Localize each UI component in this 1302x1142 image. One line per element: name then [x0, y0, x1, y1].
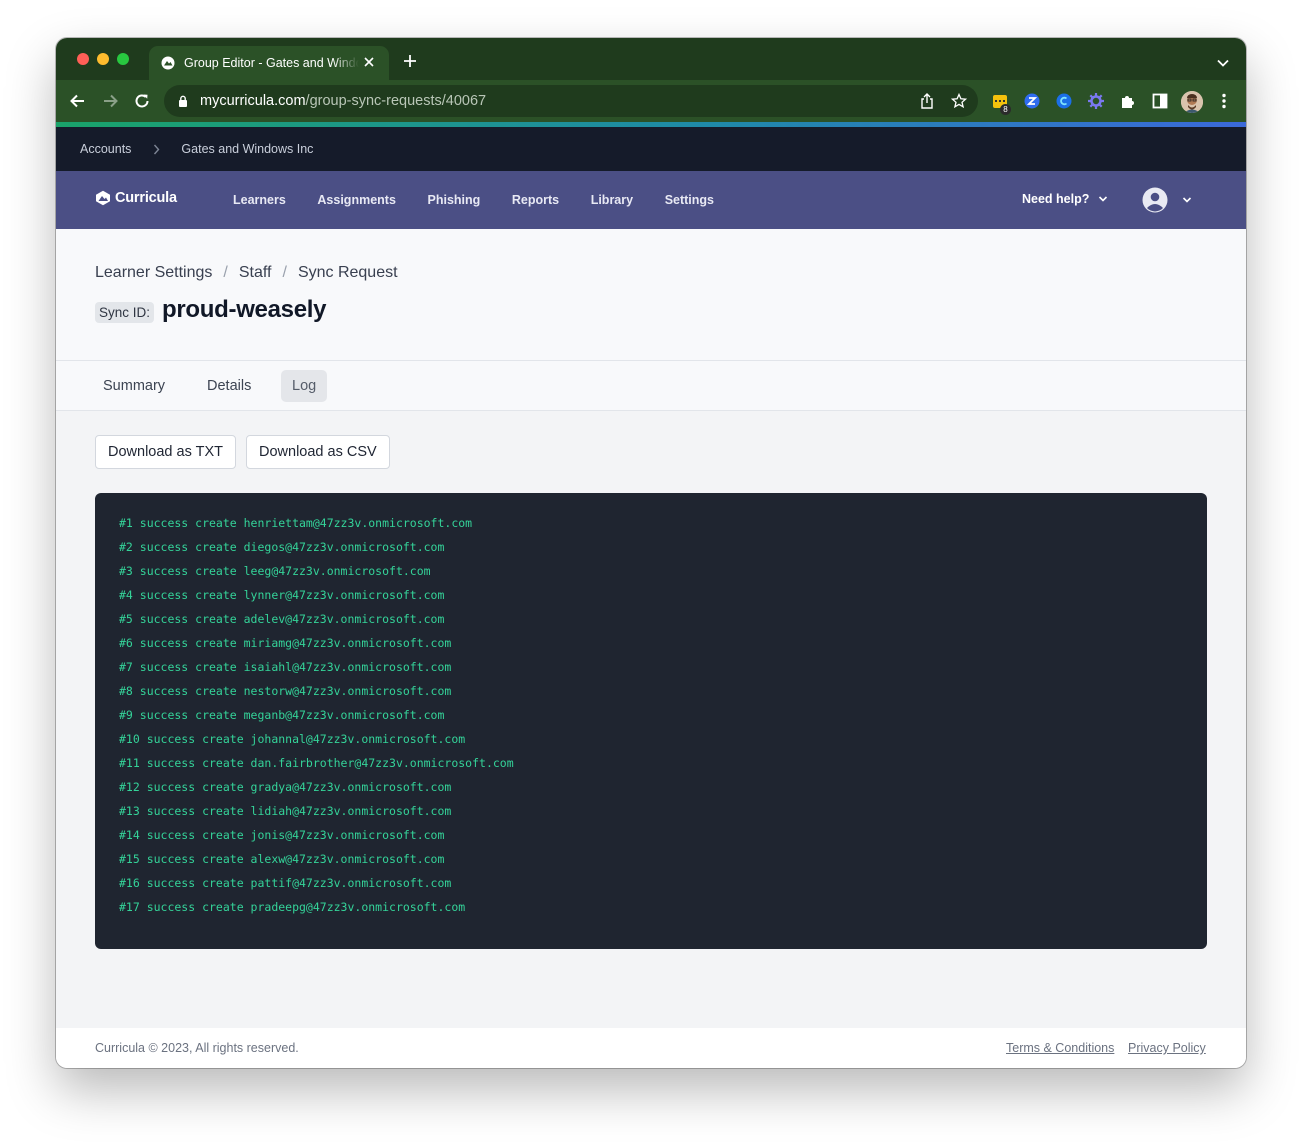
nav-settings[interactable]: Settings [665, 193, 714, 207]
curricula-logo[interactable]: Curricula [95, 190, 177, 206]
browser-tab-strip: Group Editor - Gates and Windows Inc [56, 38, 1246, 80]
extension-calendar-icon[interactable]: 8 [990, 91, 1011, 115]
log-line: #3 success create leeg@47zz3v.onmicrosof… [119, 564, 431, 578]
url-host: mycurricula.com [200, 93, 306, 109]
address-bar[interactable]: mycurricula.com/group-sync-requests/4006… [164, 85, 978, 117]
minimize-window-button[interactable] [97, 53, 109, 65]
share-icon[interactable] [918, 92, 936, 110]
curricula-favicon-icon [161, 56, 175, 70]
download-csv-button[interactable]: Download as CSV [246, 435, 390, 469]
log-line: #9 success create meganb@47zz3v.onmicros… [119, 708, 445, 722]
logo-text: Curricula [115, 190, 177, 206]
breadcrumb-separator: / [223, 264, 228, 281]
need-help-dropdown[interactable]: Need help? [1022, 192, 1108, 206]
extension-c-icon[interactable] [1054, 91, 1074, 111]
log-line: #12 success create gradya@47zz3v.onmicro… [119, 780, 452, 794]
nav-reports[interactable]: Reports [512, 193, 559, 207]
breadcrumb: Learner Settings / Staff / Sync Request [95, 264, 398, 282]
browser-window: Group Editor - Gates and Windows Inc myc… [56, 38, 1246, 1068]
lock-icon [178, 95, 188, 107]
tab-log[interactable]: Log [281, 370, 328, 402]
sync-id-row: Sync ID: proud-weasely [95, 296, 326, 324]
log-line: #2 success create diegos@47zz3v.onmicros… [119, 540, 445, 554]
extension-z-icon[interactable] [1022, 91, 1042, 111]
curricula-logo-icon [95, 190, 111, 206]
need-help-label: Need help? [1022, 192, 1090, 206]
browser-toolbar: mycurricula.com/group-sync-requests/4006… [56, 80, 1246, 122]
privacy-link[interactable]: Privacy Policy [1128, 1041, 1206, 1055]
breadcrumb-learner-settings[interactable]: Learner Settings [95, 264, 212, 282]
page-title: proud-weasely [162, 296, 327, 323]
breadcrumb-sync-request: Sync Request [297, 264, 398, 281]
browser-tab-title: Group Editor - Gates and Windows Inc [184, 56, 359, 70]
user-menu-chevron-icon[interactable] [1182, 195, 1192, 205]
extension-gear-icon[interactable] [1086, 91, 1106, 111]
breadcrumb-staff[interactable]: Staff [239, 264, 272, 282]
log-line: #11 success create dan.fairbrother@47zz3… [119, 756, 514, 770]
log-line: #17 success create pradeepg@47zz3v.onmic… [119, 900, 466, 914]
close-tab-icon[interactable] [361, 54, 377, 70]
nav-phishing[interactable]: Phishing [428, 193, 481, 207]
close-window-button[interactable] [77, 53, 89, 65]
browser-menu-icon[interactable] [1214, 91, 1234, 111]
side-panel-icon[interactable] [1150, 91, 1170, 111]
nav-assignments[interactable]: Assignments [317, 193, 396, 207]
tab-search-chevron-icon[interactable] [1216, 55, 1230, 67]
terms-link[interactable]: Terms & Conditions [1006, 1041, 1114, 1055]
profile-avatar-icon[interactable] [1181, 91, 1203, 113]
new-tab-icon[interactable] [402, 53, 418, 69]
reload-icon[interactable] [132, 91, 152, 111]
log-line: #13 success create lidiah@47zz3v.onmicro… [119, 804, 452, 818]
page-footer: Curricula © 2023, All rights reserved. T… [56, 1028, 1246, 1068]
copyright-text: Curricula © 2023, All rights reserved. [95, 1041, 299, 1055]
account-bar: Accounts Gates and Windows Inc [56, 127, 1246, 171]
nav-learners[interactable]: Learners [233, 193, 286, 207]
page-tabs: Summary Details Log [56, 361, 1246, 411]
extension-badge: 8 [1000, 104, 1011, 115]
log-line: #15 success create alexw@47zz3v.onmicros… [119, 852, 445, 866]
log-line: #8 success create nestorw@47zz3v.onmicro… [119, 684, 452, 698]
log-line: #10 success create johannal@47zz3v.onmic… [119, 732, 466, 746]
tab-summary[interactable]: Summary [92, 370, 176, 402]
log-line: #14 success create jonis@47zz3v.onmicros… [119, 828, 445, 842]
chevron-down-icon [1098, 194, 1108, 204]
extensions-puzzle-icon[interactable] [1118, 91, 1138, 111]
log-line: #16 success create pattif@47zz3v.onmicro… [119, 876, 452, 890]
breadcrumb-separator: / [282, 264, 287, 281]
sync-id-label: Sync ID: [95, 301, 155, 323]
url-path: /group-sync-requests/40067 [305, 93, 487, 109]
browser-tab-active[interactable]: Group Editor - Gates and Windows Inc [149, 46, 389, 80]
bookmark-star-icon[interactable] [950, 92, 968, 110]
nav-library[interactable]: Library [591, 193, 633, 207]
log-output: #1 success create henriettam@47zz3v.onmi… [95, 493, 1207, 949]
log-line: #7 success create isaiahl@47zz3v.onmicro… [119, 660, 452, 674]
maximize-window-button[interactable] [117, 53, 129, 65]
log-content: Download as TXT Download as CSV #1 succe… [56, 411, 1246, 1028]
account-link-accounts[interactable]: Accounts [80, 142, 131, 156]
download-txt-button[interactable]: Download as TXT [95, 435, 236, 469]
main-nav: Curricula Learners Assignments Phishing … [56, 171, 1246, 229]
forward-arrow-icon[interactable] [100, 91, 120, 111]
back-arrow-icon[interactable] [68, 91, 88, 111]
account-link-current[interactable]: Gates and Windows Inc [181, 142, 313, 156]
user-avatar-icon[interactable] [1142, 187, 1168, 213]
nav-links: Learners Assignments Phishing Reports Li… [233, 171, 746, 229]
log-line: #6 success create miriamg@47zz3v.onmicro… [119, 636, 452, 650]
log-line: #1 success create henriettam@47zz3v.onmi… [119, 516, 473, 530]
chevron-right-icon [151, 144, 161, 155]
log-line: #5 success create adelev@47zz3v.onmicros… [119, 612, 445, 626]
page-header: Learner Settings / Staff / Sync Request … [56, 229, 1246, 361]
log-line: #4 success create lynner@47zz3v.onmicros… [119, 588, 445, 602]
tab-details[interactable]: Details [196, 370, 262, 402]
